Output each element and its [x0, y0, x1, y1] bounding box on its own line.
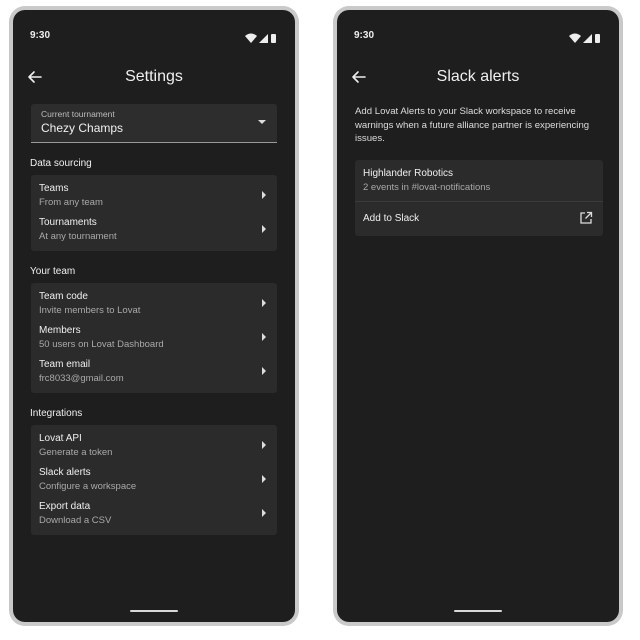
caret-down-icon	[258, 120, 266, 124]
chevron-right-icon	[262, 367, 266, 375]
status-icons	[569, 33, 600, 43]
workspace-events: 2 events in #lovat-notifications	[363, 182, 491, 193]
settings-phone: 9:30 Settings Current tournament Chezy C…	[9, 6, 299, 626]
slack-screen: 9:30 Slack alerts Add Lovat Alerts to yo…	[337, 10, 619, 622]
your-team-card: Team code Invite members to Lovat Member…	[31, 283, 277, 393]
settings-app-bar: Settings	[13, 62, 295, 92]
chevron-right-icon	[262, 333, 266, 341]
slack-phone: 9:30 Slack alerts Add Lovat Alerts to yo…	[333, 6, 623, 626]
status-bar: 9:30	[354, 30, 602, 44]
settings-item-export-data[interactable]: Export data Download a CSV	[31, 496, 277, 530]
settings-item-subtitle: 50 users on Lovat Dashboard	[39, 339, 164, 350]
page-title: Settings	[125, 68, 183, 85]
section-title-data-sourcing: Data sourcing	[30, 158, 92, 169]
status-time: 9:30	[30, 30, 51, 41]
settings-item-subtitle: Generate a token	[39, 447, 113, 458]
settings-item-subtitle: At any tournament	[39, 231, 117, 242]
settings-item-title: Team email	[39, 359, 91, 370]
wifi-icon	[569, 33, 581, 43]
chevron-right-icon	[262, 191, 266, 199]
data-sourcing-card: Teams From any team Tournaments At any t…	[31, 175, 277, 251]
settings-item-subtitle: Invite members to Lovat	[39, 305, 141, 316]
settings-item-title: Members	[39, 325, 81, 336]
status-icons	[245, 33, 276, 43]
home-indicator[interactable]	[454, 610, 502, 612]
settings-item-title: Team code	[39, 291, 88, 302]
chevron-right-icon	[262, 475, 266, 483]
settings-item-members[interactable]: Members 50 users on Lovat Dashboard	[31, 320, 277, 354]
chevron-right-icon	[262, 299, 266, 307]
settings-item-subtitle: Configure a workspace	[39, 481, 137, 492]
open-in-new-icon	[580, 211, 593, 224]
settings-item-slack-alerts[interactable]: Slack alerts Configure a workspace	[31, 462, 277, 496]
settings-item-title: Slack alerts	[39, 467, 91, 478]
wifi-icon	[245, 33, 257, 43]
section-title-your-team: Your team	[30, 266, 76, 277]
settings-item-subtitle: From any team	[39, 197, 103, 208]
add-to-slack-button[interactable]: Add to Slack	[355, 202, 603, 236]
slack-workspace-card: Highlander Robotics 2 events in #lovat-n…	[355, 160, 603, 236]
settings-item-title: Teams	[39, 183, 69, 194]
home-indicator[interactable]	[130, 610, 178, 612]
settings-item-title: Tournaments	[39, 217, 97, 228]
settings-item-tournaments[interactable]: Tournaments At any tournament	[31, 212, 277, 246]
settings-item-team-email[interactable]: Team email frc8033@gmail.com	[31, 354, 277, 388]
tournament-dropdown[interactable]: Current tournament Chezy Champs	[31, 104, 277, 143]
page-title: Slack alerts	[436, 68, 520, 85]
settings-item-title: Lovat API	[39, 433, 82, 444]
battery-icon	[595, 34, 600, 43]
slack-description: Add Lovat Alerts to your Slack workspace…	[355, 106, 590, 144]
settings-screen: 9:30 Settings Current tournament Chezy C…	[13, 10, 295, 622]
signal-icon	[583, 34, 592, 43]
chevron-right-icon	[262, 441, 266, 449]
slack-app-bar: Slack alerts	[337, 62, 619, 92]
settings-item-subtitle: Download a CSV	[39, 515, 112, 526]
settings-item-teams[interactable]: Teams From any team	[31, 178, 277, 212]
chevron-right-icon	[262, 509, 266, 517]
settings-item-title: Export data	[39, 501, 91, 512]
settings-item-lovat-api[interactable]: Lovat API Generate a token	[31, 428, 277, 462]
status-bar: 9:30	[30, 30, 278, 44]
battery-icon	[271, 34, 276, 43]
settings-item-subtitle: frc8033@gmail.com	[39, 373, 124, 384]
status-time: 9:30	[354, 30, 375, 41]
settings-item-team-code[interactable]: Team code Invite members to Lovat	[31, 286, 277, 320]
signal-icon	[259, 34, 268, 43]
tournament-dropdown-value: Chezy Champs	[41, 121, 124, 135]
add-to-slack-label: Add to Slack	[363, 213, 420, 224]
tournament-dropdown-label: Current tournament	[41, 109, 115, 119]
integrations-card: Lovat API Generate a token Slack alerts …	[31, 425, 277, 535]
chevron-right-icon	[262, 225, 266, 233]
workspace-name: Highlander Robotics	[363, 168, 454, 179]
section-title-integrations: Integrations	[30, 408, 83, 419]
